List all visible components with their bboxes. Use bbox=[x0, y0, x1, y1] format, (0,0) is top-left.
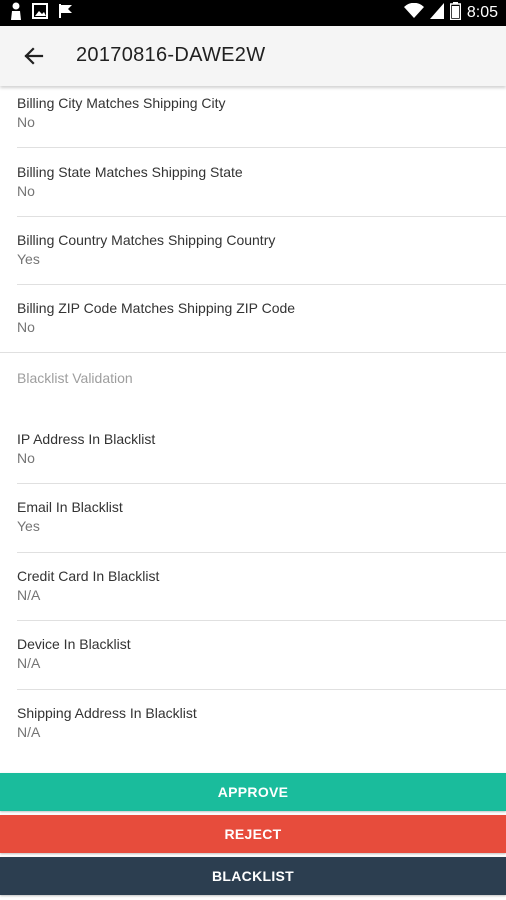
arrow-back-icon[interactable] bbox=[20, 43, 48, 69]
approve-button[interactable]: APPROVE bbox=[0, 773, 506, 811]
item-value: N/A bbox=[17, 724, 41, 740]
reject-button[interactable]: REJECT bbox=[0, 815, 506, 853]
item-value: No bbox=[17, 319, 35, 335]
item-value: No bbox=[17, 114, 35, 130]
status-bar: 8:05 bbox=[0, 0, 506, 26]
list-item-billing-zip: Billing ZIP Code Matches Shipping ZIP Co… bbox=[0, 285, 506, 353]
item-value: Yes bbox=[17, 518, 40, 534]
page-title: 20170816-DAWE2W bbox=[76, 44, 266, 66]
image-icon bbox=[32, 2, 48, 24]
item-value: No bbox=[17, 450, 35, 466]
signal-icon bbox=[429, 2, 444, 24]
item-label: Shipping Address In Blacklist bbox=[17, 705, 197, 721]
item-value: N/A bbox=[17, 587, 41, 603]
item-value: Yes bbox=[17, 251, 40, 267]
blacklist-button[interactable]: BLACKLIST bbox=[0, 857, 506, 895]
person-icon bbox=[10, 2, 22, 25]
list-item-device-blacklist: Device In Blacklist N/A bbox=[0, 621, 506, 690]
item-label: Email In Blacklist bbox=[17, 499, 123, 515]
item-label: Billing Country Matches Shipping Country bbox=[17, 232, 276, 248]
clock: 8:05 bbox=[466, 4, 498, 21]
app-bar: 20170816-DAWE2W bbox=[0, 26, 506, 86]
item-label: IP Address In Blacklist bbox=[17, 431, 156, 447]
list-item-billing-city: Billing City Matches Shipping City No bbox=[0, 86, 506, 154]
list-item-email-blacklist: Email In Blacklist Yes bbox=[0, 484, 506, 553]
battery-icon bbox=[449, 1, 462, 25]
section-header-blacklist: Blacklist Validation bbox=[17, 370, 133, 386]
list-item-ip-blacklist: IP Address In Blacklist No bbox=[0, 416, 506, 484]
item-label: Billing City Matches Shipping City bbox=[17, 95, 226, 111]
item-label: Billing ZIP Code Matches Shipping ZIP Co… bbox=[17, 300, 296, 316]
wifi-icon bbox=[403, 2, 424, 24]
item-value: No bbox=[17, 183, 35, 199]
item-label: Billing State Matches Shipping State bbox=[17, 164, 243, 180]
item-value: N/A bbox=[17, 655, 41, 671]
list-item-billing-state: Billing State Matches Shipping State No bbox=[0, 148, 506, 217]
list-item-billing-country: Billing Country Matches Shipping Country… bbox=[0, 217, 506, 285]
list-item-credit-card-blacklist: Credit Card In Blacklist N/A bbox=[0, 553, 506, 621]
item-label: Device In Blacklist bbox=[17, 636, 131, 652]
section-divider bbox=[0, 352, 506, 353]
item-label: Credit Card In Blacklist bbox=[17, 568, 160, 584]
flag-icon bbox=[58, 3, 74, 24]
list-item-shipping-address-blacklist: Shipping Address In Blacklist N/A bbox=[0, 690, 506, 758]
